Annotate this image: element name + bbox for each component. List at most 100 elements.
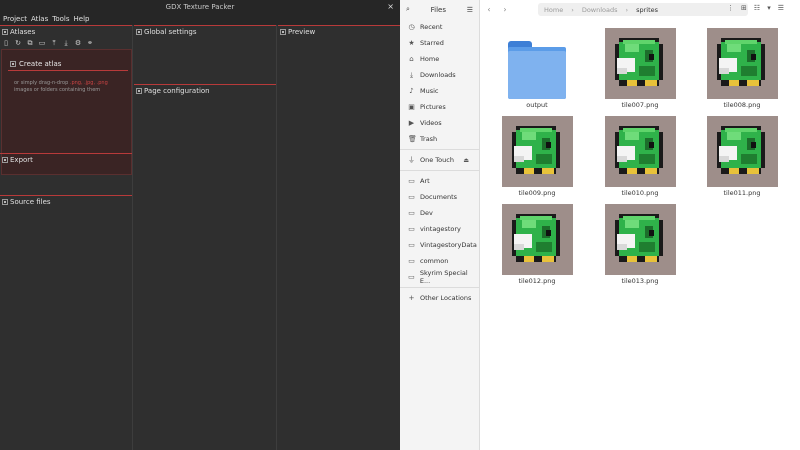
menu-atlas[interactable]: Atlas bbox=[29, 14, 50, 25]
sprite-pixel bbox=[740, 66, 757, 76]
file-item[interactable]: tile011.png bbox=[702, 116, 782, 197]
copy-icon[interactable]: ⧉ bbox=[26, 39, 34, 47]
refresh-icon[interactable]: ↻ bbox=[14, 39, 22, 47]
sprite-pixel bbox=[521, 132, 536, 140]
menu-tools[interactable]: Tools bbox=[50, 14, 71, 25]
sidebar-item-downloads[interactable]: ⤓ Downloads bbox=[400, 67, 479, 83]
sidebar-item-bookmark[interactable]: ▭ Skyrim Special E... bbox=[400, 269, 479, 285]
export-panel-header[interactable]: Export bbox=[0, 153, 132, 165]
settings-icon[interactable]: ⚙ bbox=[74, 39, 82, 47]
sidebar-item-home[interactable]: ⌂ Home bbox=[400, 51, 479, 67]
atlases-panel-header[interactable]: Atlases bbox=[0, 25, 132, 37]
preview-label: Preview bbox=[288, 27, 316, 36]
sprite-pixel bbox=[541, 168, 554, 174]
star-icon: ★ bbox=[408, 39, 415, 47]
window-titlebar: GDX Texture Packer × bbox=[0, 0, 400, 14]
sprite-thumbnail bbox=[604, 28, 676, 99]
move-down-icon[interactable]: ⤓ bbox=[62, 39, 70, 47]
sidebar-item-label: Dev bbox=[420, 209, 433, 217]
move-up-icon[interactable]: ⤒ bbox=[50, 39, 58, 47]
plus-icon: + bbox=[408, 294, 415, 302]
sidebar-divider bbox=[400, 149, 479, 150]
list-view-icon[interactable]: ☷ bbox=[754, 4, 760, 12]
page-configuration-label: Page configuration bbox=[144, 86, 210, 95]
menu-project[interactable]: Project bbox=[1, 14, 29, 25]
sidebar-item-bookmark[interactable]: ▭ common bbox=[400, 253, 479, 269]
sidebar-item-bookmark[interactable]: ▭ vintagestory bbox=[400, 221, 479, 237]
sprite-pixel bbox=[535, 154, 552, 164]
sprite-pixel bbox=[638, 154, 655, 164]
file-name: tile008.png bbox=[723, 101, 761, 109]
middle-column: Global settings Page configuration bbox=[134, 25, 277, 450]
panel-toggle-icon bbox=[2, 156, 8, 163]
sidebar-item-music[interactable]: ♪ Music bbox=[400, 83, 479, 99]
menu-help[interactable]: Help bbox=[72, 14, 92, 25]
sidebar-item-pictures[interactable]: ▣ Pictures bbox=[400, 99, 479, 115]
folder-item[interactable]: output bbox=[497, 28, 577, 109]
grid-view-icon[interactable]: ☰ bbox=[778, 4, 784, 12]
sprite-pixel bbox=[616, 68, 627, 74]
rename-icon[interactable]: ▭ bbox=[38, 39, 46, 47]
search-icon[interactable]: ⌕ bbox=[406, 5, 410, 14]
sprite-pixel bbox=[648, 230, 654, 236]
file-item[interactable]: tile013.png bbox=[600, 204, 680, 285]
window-title: GDX Texture Packer bbox=[165, 3, 235, 11]
hamburger-menu-icon[interactable]: ☰ bbox=[467, 6, 473, 14]
chevron-right-icon: › bbox=[571, 5, 574, 14]
sprite-pixel bbox=[644, 256, 657, 262]
file-item[interactable]: tile010.png bbox=[600, 116, 680, 197]
preview-panel-header[interactable]: Preview bbox=[278, 25, 400, 37]
file-item[interactable]: tile007.png bbox=[600, 28, 680, 109]
sprite-pixel bbox=[728, 80, 739, 86]
sidebar-item-label: Home bbox=[420, 55, 440, 63]
sidebar-item-label: Skyrim Special E... bbox=[419, 269, 468, 285]
sidebar-item-videos[interactable]: ▶ Videos bbox=[400, 115, 479, 131]
sidebar-item-trash[interactable]: 🗑 Trash bbox=[400, 131, 479, 147]
sidebar-item-label: Other Locations bbox=[420, 294, 472, 302]
new-tab-icon[interactable]: ⊞ bbox=[741, 4, 747, 12]
sidebar-item-recent[interactable]: ◷ Recent bbox=[400, 19, 479, 35]
global-settings-label: Global settings bbox=[144, 27, 197, 36]
sidebar-item-bookmark[interactable]: ▭ Documents bbox=[400, 189, 479, 205]
folder-icon bbox=[508, 41, 566, 99]
create-atlas-button[interactable]: Create atlas bbox=[8, 58, 128, 71]
page-configuration-panel-header[interactable]: Page configuration bbox=[134, 84, 276, 96]
files-headerbar: ‹ › Home › Downloads › sprites ⋮ ⊞ ☷ ▾ ☰ bbox=[480, 0, 800, 19]
file-item[interactable]: tile012.png bbox=[497, 204, 577, 285]
sidebar-item-label: common bbox=[420, 257, 449, 265]
back-icon[interactable]: ‹ bbox=[484, 5, 494, 14]
sprite-pixel bbox=[624, 220, 639, 228]
folder-icon: ▭ bbox=[408, 225, 415, 233]
breadcrumb-downloads[interactable]: Downloads bbox=[582, 6, 618, 14]
sidebar-item-other-locations[interactable]: + Other Locations bbox=[400, 290, 479, 306]
sprite-pixel bbox=[523, 168, 534, 174]
global-settings-panel-header[interactable]: Global settings bbox=[134, 25, 276, 37]
more-options-icon[interactable]: ⋮ bbox=[727, 4, 734, 12]
panel-toggle-icon bbox=[2, 198, 8, 205]
sidebar-item-label: vintagestory bbox=[420, 225, 461, 233]
sprite-pixel bbox=[728, 168, 739, 174]
sidebar-item-bookmark[interactable]: ▭ Dev bbox=[400, 205, 479, 221]
sidebar-item-bookmark[interactable]: ▭ VintagestoryData bbox=[400, 237, 479, 253]
breadcrumb-sprites[interactable]: sprites bbox=[636, 6, 658, 14]
panel-toggle-icon bbox=[136, 28, 142, 35]
sidebar-item-one-touch[interactable]: ⏚ One Touch ⏏ bbox=[400, 152, 479, 168]
chevron-down-icon[interactable]: ▾ bbox=[767, 4, 771, 12]
link-icon[interactable]: ⚭ bbox=[86, 39, 94, 47]
file-item[interactable]: tile008.png bbox=[702, 28, 782, 109]
file-item[interactable]: tile009.png bbox=[497, 116, 577, 197]
new-atlas-icon[interactable]: ▯ bbox=[2, 39, 10, 47]
sidebar-item-starred[interactable]: ★ Starred bbox=[400, 35, 479, 51]
source-files-panel-header[interactable]: Source files bbox=[0, 195, 132, 207]
sidebar-item-bookmark[interactable]: ▭ Art bbox=[400, 173, 479, 189]
breadcrumb-home[interactable]: Home bbox=[544, 6, 563, 14]
picture-icon: ▣ bbox=[408, 103, 415, 111]
file-name: tile011.png bbox=[723, 189, 761, 197]
eject-icon[interactable]: ⏏ bbox=[463, 157, 469, 164]
sprite-pixel bbox=[513, 156, 524, 162]
gdx-texture-packer-window: GDX Texture Packer × Project Atlas Tools… bbox=[0, 0, 400, 450]
sprite-pixel bbox=[740, 154, 757, 164]
close-icon[interactable]: × bbox=[387, 0, 394, 14]
sprite-pixel bbox=[535, 242, 552, 252]
forward-icon[interactable]: › bbox=[500, 5, 510, 14]
